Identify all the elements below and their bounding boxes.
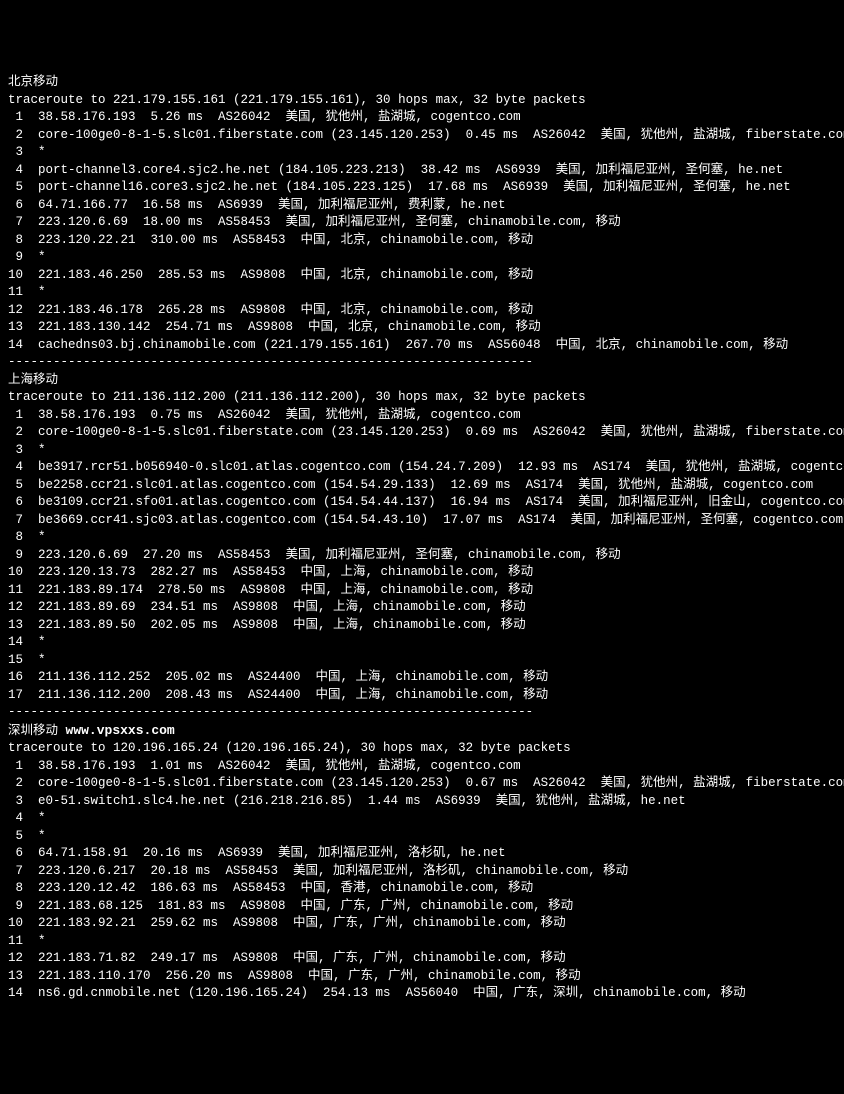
hop-line: 13 221.183.110.170 256.20 ms AS9808 中国, … <box>8 968 836 986</box>
separator-line: ----------------------------------------… <box>8 704 836 722</box>
hop-line: 2 core-100ge0-8-1-5.slc01.fiberstate.com… <box>8 775 836 793</box>
hop-line: 7 223.120.6.217 20.18 ms AS58453 美国, 加利福… <box>8 863 836 881</box>
hop-line: 12 221.183.46.178 265.28 ms AS9808 中国, 北… <box>8 302 836 320</box>
hop-line: 4 be3917.rcr51.b056940-0.slc01.atlas.cog… <box>8 459 836 477</box>
hop-line: 8 * <box>8 529 836 547</box>
hop-line: 5 * <box>8 828 836 846</box>
hop-line: 5 be2258.ccr21.slc01.atlas.cogentco.com … <box>8 477 836 495</box>
hop-line: 10 221.183.92.21 259.62 ms AS9808 中国, 广东… <box>8 915 836 933</box>
hop-line: 10 221.183.46.250 285.53 ms AS9808 中国, 北… <box>8 267 836 285</box>
hop-line: 8 223.120.12.42 186.63 ms AS58453 中国, 香港… <box>8 880 836 898</box>
traceroute-header: traceroute to 120.196.165.24 (120.196.16… <box>8 740 836 758</box>
hop-line: 17 211.136.112.200 208.43 ms AS24400 中国,… <box>8 687 836 705</box>
hop-line: 3 * <box>8 144 836 162</box>
hop-line: 16 211.136.112.252 205.02 ms AS24400 中国,… <box>8 669 836 687</box>
hop-line: 2 core-100ge0-8-1-5.slc01.fiberstate.com… <box>8 424 836 442</box>
hop-line: 12 221.183.71.82 249.17 ms AS9808 中国, 广东… <box>8 950 836 968</box>
hop-line: 11 221.183.89.174 278.50 ms AS9808 中国, 上… <box>8 582 836 600</box>
hop-line: 12 221.183.89.69 234.51 ms AS9808 中国, 上海… <box>8 599 836 617</box>
hop-line: 9 221.183.68.125 181.83 ms AS9808 中国, 广东… <box>8 898 836 916</box>
hop-line: 11 * <box>8 284 836 302</box>
hop-line: 13 221.183.89.50 202.05 ms AS9808 中国, 上海… <box>8 617 836 635</box>
traceroute-header: traceroute to 211.136.112.200 (211.136.1… <box>8 389 836 407</box>
hop-line: 6 64.71.158.91 20.16 ms AS6939 美国, 加利福尼亚… <box>8 845 836 863</box>
section-title: 上海移动 <box>8 372 836 390</box>
watermark-text: www.vpsxxs.com <box>66 723 175 738</box>
hop-line: 9 * <box>8 249 836 267</box>
hop-line: 14 ns6.gd.cnmobile.net (120.196.165.24) … <box>8 985 836 1003</box>
hop-line: 5 port-channel16.core3.sjc2.he.net (184.… <box>8 179 836 197</box>
hop-line: 6 64.71.166.77 16.58 ms AS6939 美国, 加利福尼亚… <box>8 197 836 215</box>
hop-line: 1 38.58.176.193 0.75 ms AS26042 美国, 犹他州,… <box>8 407 836 425</box>
hop-line: 4 * <box>8 810 836 828</box>
hop-line: 8 223.120.22.21 310.00 ms AS58453 中国, 北京… <box>8 232 836 250</box>
hop-line: 4 port-channel3.core4.sjc2.he.net (184.1… <box>8 162 836 180</box>
hop-line: 6 be3109.ccr21.sfo01.atlas.cogentco.com … <box>8 494 836 512</box>
separator-line: ----------------------------------------… <box>8 354 836 372</box>
terminal-output: 北京移动traceroute to 221.179.155.161 (221.1… <box>8 74 836 1003</box>
hop-line: 14 cachedns03.bj.chinamobile.com (221.17… <box>8 337 836 355</box>
section-title: 北京移动 <box>8 74 836 92</box>
hop-line: 2 core-100ge0-8-1-5.slc01.fiberstate.com… <box>8 127 836 145</box>
traceroute-header: traceroute to 221.179.155.161 (221.179.1… <box>8 92 836 110</box>
hop-line: 9 223.120.6.69 27.20 ms AS58453 美国, 加利福尼… <box>8 547 836 565</box>
hop-line: 7 223.120.6.69 18.00 ms AS58453 美国, 加利福尼… <box>8 214 836 232</box>
hop-line: 7 be3669.ccr41.sjc03.atlas.cogentco.com … <box>8 512 836 530</box>
section-title-text: 深圳移动 <box>8 724 66 738</box>
hop-line: 15 * <box>8 652 836 670</box>
hop-line: 1 38.58.176.193 1.01 ms AS26042 美国, 犹他州,… <box>8 758 836 776</box>
hop-line: 13 221.183.130.142 254.71 ms AS9808 中国, … <box>8 319 836 337</box>
hop-line: 1 38.58.176.193 5.26 ms AS26042 美国, 犹他州,… <box>8 109 836 127</box>
hop-line: 3 * <box>8 442 836 460</box>
section-title: 深圳移动 www.vpsxxs.com <box>8 722 836 741</box>
hop-line: 3 e0-51.switch1.slc4.he.net (216.218.216… <box>8 793 836 811</box>
hop-line: 10 223.120.13.73 282.27 ms AS58453 中国, 上… <box>8 564 836 582</box>
hop-line: 11 * <box>8 933 836 951</box>
hop-line: 14 * <box>8 634 836 652</box>
